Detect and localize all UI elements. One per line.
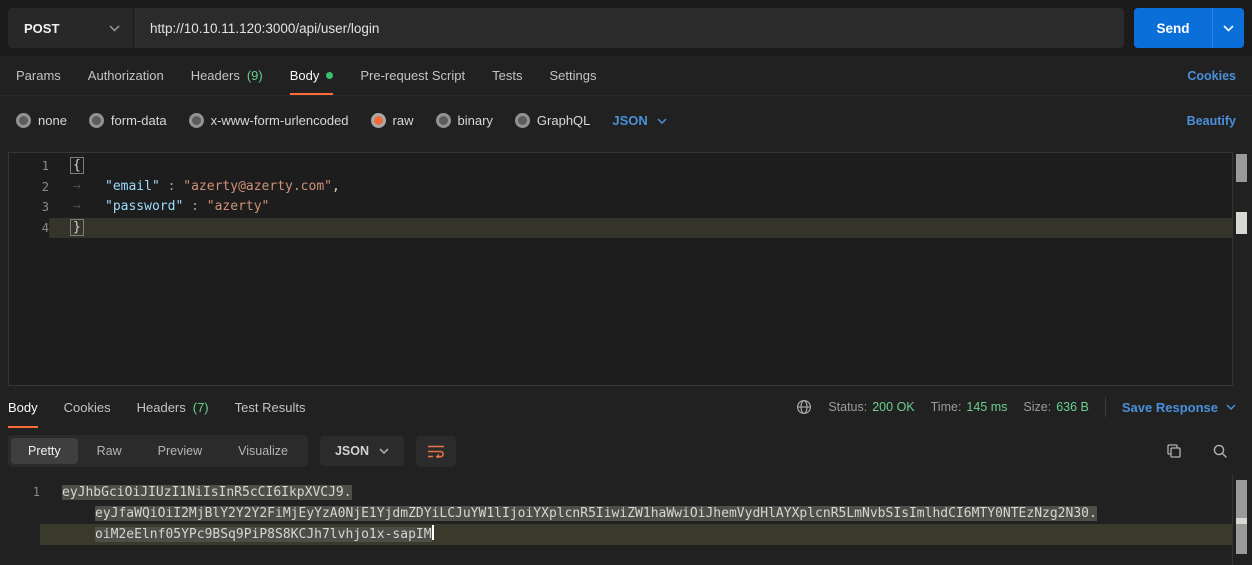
text-cursor bbox=[432, 525, 434, 540]
jwt-signature-segment: oiM2eElnf05YPc9BSq9PiP8S8KCJh7lvhjo1x-sa… bbox=[95, 527, 432, 542]
body-type-binary[interactable]: binary bbox=[436, 113, 493, 128]
response-toolbar: Pretty Raw Preview Visualize JSON bbox=[0, 428, 1252, 474]
url-input[interactable]: http://10.10.11.120:3000/api/user/login bbox=[134, 8, 1124, 48]
search-icon[interactable] bbox=[1212, 443, 1228, 459]
view-visualize[interactable]: Visualize bbox=[221, 438, 305, 464]
response-tab-headers[interactable]: Headers (7) bbox=[137, 386, 209, 428]
editor-line: 2 →"email" : "azerty@azerty.com", bbox=[9, 177, 1232, 198]
editor-cursor-marker bbox=[1236, 212, 1247, 234]
line-number: 1 bbox=[9, 156, 49, 177]
tab-tests[interactable]: Tests bbox=[492, 56, 522, 95]
tab-authorization[interactable]: Authorization bbox=[88, 56, 164, 95]
headers-count-badge: (9) bbox=[247, 68, 263, 83]
chevron-down-icon bbox=[109, 25, 120, 32]
line-number: 3 bbox=[9, 197, 49, 218]
response-tab-cookies[interactable]: Cookies bbox=[64, 386, 111, 428]
send-options-button[interactable] bbox=[1212, 8, 1244, 48]
word-wrap-icon bbox=[427, 444, 445, 458]
response-scrollbar-thumb[interactable] bbox=[1236, 480, 1247, 554]
line-number: 4 bbox=[9, 218, 49, 239]
size-badge: Size: 636 B bbox=[1023, 400, 1088, 414]
status-badge: Status: 200 OK bbox=[828, 400, 914, 414]
view-pretty[interactable]: Pretty bbox=[11, 438, 78, 464]
indent-marker-icon: → bbox=[73, 177, 105, 198]
radio-selected-icon bbox=[371, 113, 386, 128]
body-type-selector: none form-data x-www-form-urlencoded raw… bbox=[0, 97, 1252, 144]
response-language-selector[interactable]: JSON bbox=[320, 436, 404, 466]
tab-params[interactable]: Params bbox=[16, 56, 61, 95]
body-type-none[interactable]: none bbox=[16, 113, 67, 128]
response-view-switcher: Pretty Raw Preview Visualize bbox=[8, 435, 308, 467]
tab-pre-request-script[interactable]: Pre-request Script bbox=[360, 56, 465, 95]
request-tabs: Params Authorization Headers (9) Body Pr… bbox=[0, 56, 1252, 96]
response-meta: Status: 200 OK Time: 145 ms Size: 636 B … bbox=[796, 386, 1236, 428]
cookies-link[interactable]: Cookies bbox=[1187, 56, 1236, 95]
line-number: 1 bbox=[0, 482, 40, 503]
radio-icon bbox=[89, 113, 104, 128]
view-preview[interactable]: Preview bbox=[141, 438, 219, 464]
tab-settings[interactable]: Settings bbox=[549, 56, 596, 95]
response-cursor-marker bbox=[1236, 518, 1247, 524]
save-response-button[interactable]: Save Response bbox=[1122, 400, 1236, 415]
chevron-down-icon bbox=[657, 118, 667, 124]
body-modified-dot bbox=[326, 72, 333, 79]
postman-request-window: POST http://10.10.11.120:3000/api/user/l… bbox=[0, 0, 1252, 565]
method-selector[interactable]: POST bbox=[8, 8, 134, 48]
tab-headers[interactable]: Headers (9) bbox=[191, 56, 263, 95]
jwt-payload-segment: eyJfaWQiOiI2MjBlY2Y2Y2FiMjEyYzA0NjE1Yjdm… bbox=[95, 506, 1097, 521]
response-line: 1 eyJhbGciOiJIUzI1NiIsInR5cCI6IkpXVCJ9. bbox=[0, 482, 1252, 503]
body-type-graphql[interactable]: GraphQL bbox=[515, 113, 590, 128]
editor-scrollbar-thumb[interactable] bbox=[1236, 154, 1247, 182]
response-tool-icons bbox=[1166, 443, 1228, 459]
radio-icon bbox=[189, 113, 204, 128]
tab-body[interactable]: Body bbox=[290, 56, 334, 95]
editor-line-current: 4 } bbox=[9, 218, 1232, 239]
response-headers-count-badge: (7) bbox=[193, 400, 209, 415]
response-header: Body Cookies Headers (7) Test Results St… bbox=[0, 386, 1252, 428]
body-type-x-www-form-urlencoded[interactable]: x-www-form-urlencoded bbox=[189, 113, 349, 128]
copy-icon[interactable] bbox=[1166, 443, 1182, 459]
response-tab-test-results[interactable]: Test Results bbox=[235, 386, 306, 428]
chevron-down-icon bbox=[1226, 404, 1236, 410]
jwt-header-segment: eyJhbGciOiJIUzI1NiIsInR5cCI6IkpXVCJ9. bbox=[62, 485, 352, 500]
indent-marker-icon: → bbox=[73, 197, 105, 218]
response-tab-body[interactable]: Body bbox=[8, 386, 38, 428]
line-number: 2 bbox=[9, 177, 49, 198]
radio-icon bbox=[436, 113, 451, 128]
chevron-down-icon bbox=[379, 448, 389, 454]
radio-icon bbox=[515, 113, 530, 128]
divider bbox=[1105, 397, 1106, 417]
response-line-wrapped: eyJfaWQiOiI2MjBlY2Y2Y2FiMjEyYzA0NjE1Yjdm… bbox=[0, 503, 1252, 524]
time-badge: Time: 145 ms bbox=[931, 400, 1008, 414]
globe-icon[interactable] bbox=[796, 399, 812, 415]
chevron-down-icon bbox=[1223, 25, 1234, 32]
beautify-link[interactable]: Beautify bbox=[1187, 114, 1236, 128]
radio-icon bbox=[16, 113, 31, 128]
request-body-section: 1 { 2 →"email" : "azerty@azerty.com", 3 … bbox=[0, 152, 1252, 386]
response-scrollbar-track bbox=[1232, 474, 1233, 565]
request-body-editor[interactable]: 1 { 2 →"email" : "azerty@azerty.com", 3 … bbox=[8, 152, 1233, 386]
editor-line: 1 { bbox=[9, 156, 1232, 177]
raw-language-selector[interactable]: JSON bbox=[612, 113, 666, 128]
response-line-current: oiM2eElnf05YPc9BSq9PiP8S8KCJh7lvhjo1x-sa… bbox=[0, 524, 1252, 545]
view-raw[interactable]: Raw bbox=[80, 438, 139, 464]
body-type-form-data[interactable]: form-data bbox=[89, 113, 167, 128]
editor-line: 3 →"password" : "azerty" bbox=[9, 197, 1232, 218]
open-brace: { bbox=[70, 157, 84, 174]
send-button-group: Send bbox=[1134, 8, 1244, 48]
response-body-viewer[interactable]: 1 eyJhbGciOiJIUzI1NiIsInR5cCI6IkpXVCJ9. … bbox=[0, 474, 1252, 565]
request-url-bar: POST http://10.10.11.120:3000/api/user/l… bbox=[0, 0, 1252, 56]
send-button[interactable]: Send bbox=[1134, 8, 1212, 48]
method-label: POST bbox=[24, 21, 59, 36]
word-wrap-button[interactable] bbox=[416, 436, 456, 467]
close-brace: } bbox=[70, 219, 84, 236]
url-text: http://10.10.11.120:3000/api/user/login bbox=[150, 21, 379, 36]
body-type-raw[interactable]: raw bbox=[371, 113, 414, 128]
